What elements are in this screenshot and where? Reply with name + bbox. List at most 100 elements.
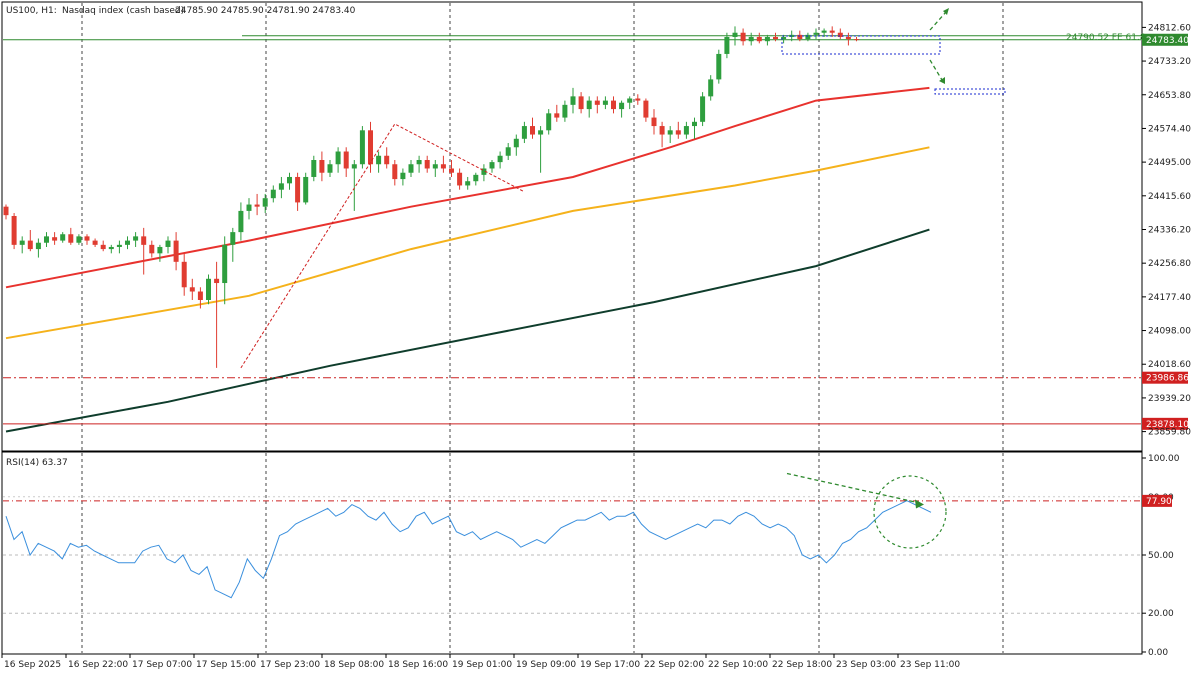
- candle-body: [181, 261, 187, 288]
- candle-body: [773, 36, 778, 40]
- candle-body: [238, 210, 244, 233]
- candle-body: [602, 100, 608, 105]
- candle-body: [821, 30, 827, 33]
- candle-body: [465, 181, 471, 186]
- price-tick-label: 24415.60: [1148, 192, 1191, 202]
- candle-body: [343, 151, 349, 169]
- price-tick-label: 24812.60: [1148, 23, 1191, 33]
- candle-body: [206, 278, 211, 300]
- candle-body: [246, 204, 252, 211]
- candle-body: [854, 39, 859, 41]
- candle-body: [52, 237, 58, 241]
- rsi-plot-frame: [1, 451, 1143, 655]
- price-tick-label: 24256.80: [1148, 259, 1191, 269]
- price-tick-label: 23939.20: [1148, 394, 1191, 404]
- candle-body: [400, 172, 406, 180]
- candle-body: [457, 172, 463, 186]
- target-box: [934, 88, 1006, 95]
- candle-body: [311, 160, 317, 177]
- rsi-axis-labels: 100.0080.0050.0020.000.0077.90: [1142, 454, 1180, 658]
- candle-body: [554, 113, 560, 118]
- rsi-grid: [3, 496, 1141, 614]
- candle-body: [764, 36, 770, 42]
- candle-body: [521, 126, 527, 139]
- candle-body: [530, 126, 535, 135]
- candle-body: [667, 130, 673, 135]
- candle-body: [708, 79, 714, 97]
- candle-body: [829, 30, 835, 33]
- candle-body: [716, 53, 722, 80]
- candle-body: [3, 206, 9, 216]
- time-tick-label: 22 Sep 18:00: [772, 660, 832, 670]
- candle-body: [570, 96, 576, 105]
- candle-body: [125, 240, 130, 245]
- rsi-header: RSI(14) 63.37: [6, 458, 68, 468]
- candle-body: [384, 155, 390, 165]
- candle-body: [700, 96, 706, 122]
- candle-body: [92, 240, 98, 245]
- price-tick-label: 24653.80: [1148, 91, 1191, 101]
- candle-body: [327, 164, 333, 173]
- rsi-level-tag: 77.90: [1146, 497, 1172, 507]
- candle-body: [805, 34, 811, 40]
- candle-body: [84, 236, 90, 241]
- candle-body: [141, 236, 147, 245]
- candle-body: [424, 160, 430, 169]
- candle-body: [287, 176, 292, 184]
- rsi-line: [5, 472, 947, 599]
- candle-body: [116, 244, 122, 247]
- candle-body: [546, 113, 552, 131]
- candle-body: [60, 234, 66, 241]
- candle-body: [611, 100, 616, 110]
- candle-body: [683, 126, 689, 135]
- candle-body: [335, 151, 341, 165]
- candle-body: [586, 100, 592, 110]
- time-tick-label: 19 Sep 01:00: [452, 660, 512, 670]
- candle-body: [303, 176, 309, 203]
- candle-body: [643, 100, 649, 118]
- support-1-tag: 23986.86: [1146, 374, 1189, 384]
- candle-body: [449, 168, 454, 173]
- zigzag-annotation: [240, 123, 525, 369]
- candle-body: [845, 36, 851, 40]
- candle-body: [724, 36, 730, 54]
- candle-body: [473, 174, 479, 182]
- candle-body: [262, 198, 268, 207]
- candle-body: [230, 232, 236, 245]
- price-tick-label: 24495.00: [1148, 158, 1191, 168]
- time-tick-label: 22 Sep 02:00: [644, 660, 704, 670]
- candle-body: [189, 287, 195, 292]
- candle-body: [513, 138, 519, 148]
- moving-averages: [5, 86, 930, 433]
- up-arrow-line: [929, 11, 947, 31]
- price-tick-label: 23859.80: [1148, 428, 1191, 438]
- time-tick-label: 17 Sep 15:00: [196, 660, 256, 670]
- candle-body: [295, 176, 301, 203]
- time-tick-label: 18 Sep 08:00: [324, 660, 384, 670]
- fe-label: 24790.52 FE 61.8: [1066, 33, 1146, 43]
- candle-body: [197, 291, 203, 300]
- candle-body: [214, 278, 220, 284]
- candle-body: [692, 121, 697, 127]
- candle-body: [278, 183, 284, 190]
- chart-description: Nasdaq index (cash based): [62, 6, 184, 16]
- candle-body: [270, 189, 276, 199]
- candle-body: [813, 32, 819, 35]
- time-tick-label: 18 Sep 16:00: [388, 660, 448, 670]
- candle-body: [254, 204, 260, 207]
- rsi-tick-label: 20.00: [1148, 609, 1174, 619]
- chart-symbol: US100, H1:: [6, 6, 57, 16]
- candle-body: [497, 155, 503, 163]
- time-tick-label: 17 Sep 23:00: [260, 660, 320, 670]
- candle-body: [594, 100, 600, 105]
- candle-body: [538, 130, 544, 135]
- rsi-tick-label: 0.00: [1148, 648, 1168, 658]
- candle-body: [222, 244, 228, 284]
- candle-body: [165, 240, 171, 247]
- candle-body: [578, 96, 584, 110]
- rsi-circle-annotation: [873, 475, 947, 549]
- candle-body: [68, 234, 74, 243]
- candle-body: [376, 155, 382, 165]
- candle-body: [19, 240, 25, 245]
- time-tick-label: 19 Sep 17:00: [580, 660, 640, 670]
